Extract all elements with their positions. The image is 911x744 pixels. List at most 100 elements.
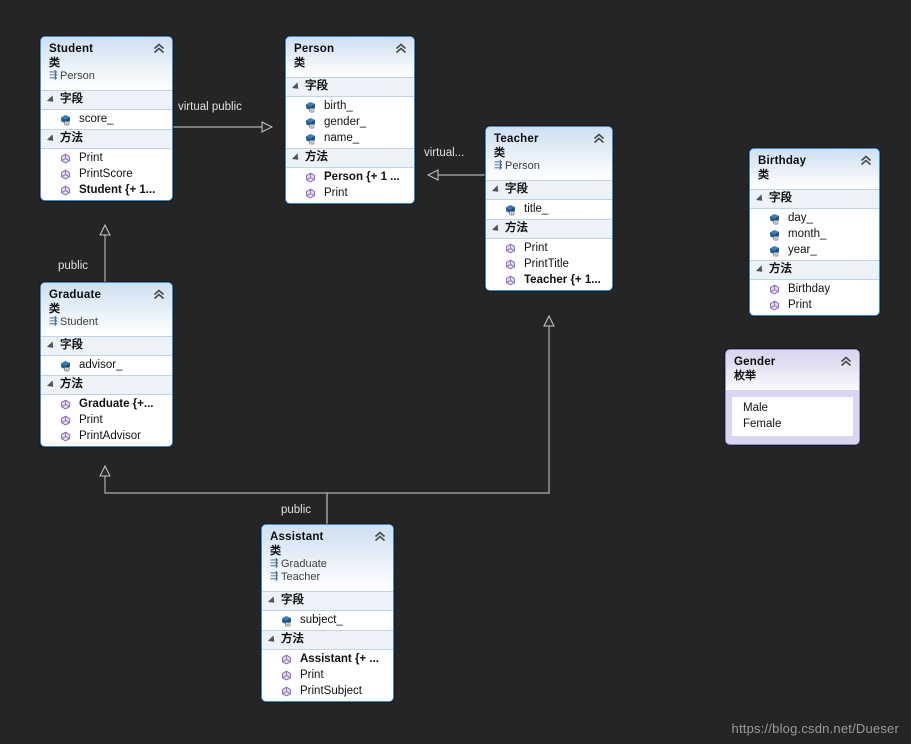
section-header-method[interactable]: 方法 <box>750 260 879 280</box>
class-node-student[interactable]: Student类⇶Person字段score_方法PrintPrintScore… <box>40 36 173 201</box>
member-row[interactable]: Student {+ 1... <box>41 182 172 198</box>
member-label: Teacher {+ 1... <box>524 272 601 288</box>
section-expander-triangle-icon[interactable] <box>292 153 301 162</box>
section-expander-triangle-icon[interactable] <box>268 596 277 605</box>
node-kind: 类 <box>758 168 871 182</box>
member-row[interactable]: Print <box>486 240 612 256</box>
section-header-method[interactable]: 方法 <box>41 375 172 395</box>
member-row[interactable]: name_ <box>286 130 414 146</box>
section-header-method[interactable]: 方法 <box>486 219 612 239</box>
member-row[interactable]: Teacher {+ 1... <box>486 272 612 288</box>
member-row[interactable]: Graduate {+... <box>41 396 172 412</box>
member-row[interactable]: PrintTitle <box>486 256 612 272</box>
connector-assistant-teacher <box>327 316 549 524</box>
member-row[interactable]: birth_ <box>286 98 414 114</box>
member-row[interactable]: Print <box>750 297 879 313</box>
member-row[interactable]: year_ <box>750 242 879 258</box>
section-header-field[interactable]: 字段 <box>41 90 172 110</box>
collapse-chevron-icon[interactable] <box>839 355 853 369</box>
watermark-url: https://blog.csdn.net/Dueser <box>732 721 899 736</box>
member-row[interactable]: advisor_ <box>41 357 172 373</box>
member-row[interactable]: Print <box>286 185 414 201</box>
collapse-chevron-icon[interactable] <box>592 132 606 146</box>
field-cube-lock-icon <box>280 614 293 627</box>
class-node-birthday[interactable]: Birthday 类字段day_month_year_ 方法BirthdayPrin… <box>749 148 880 316</box>
member-row[interactable]: month_ <box>750 226 879 242</box>
section-header-field[interactable]: 字段 <box>486 180 612 200</box>
collapse-chevron-icon[interactable] <box>373 530 387 544</box>
section-expander-triangle-icon[interactable] <box>268 635 277 644</box>
section-expander-triangle-icon[interactable] <box>47 341 56 350</box>
member-row[interactable]: PrintSubject <box>262 683 393 699</box>
member-row[interactable]: title_ <box>486 201 612 217</box>
member-list-method: BirthdayPrint <box>750 280 879 315</box>
inheritance-arrow-icon: ⇶ <box>494 159 505 172</box>
class-node-teacher[interactable]: Teacher类⇶Person字段title_方法PrintPrintTitle… <box>485 126 613 291</box>
enum-node-gender[interactable]: Gender枚举MaleFemale <box>725 349 860 445</box>
member-row[interactable]: day_ <box>750 210 879 226</box>
section-expander-triangle-icon[interactable] <box>292 82 301 91</box>
collapse-chevron-icon[interactable] <box>152 288 166 302</box>
connector-label-graduate-student: public <box>58 260 88 272</box>
field-cube-lock-icon <box>768 244 781 257</box>
section-header-field[interactable]: 字段 <box>750 189 879 209</box>
method-cube-icon <box>59 152 72 165</box>
member-list-field: subject_ <box>262 611 393 630</box>
member-row[interactable]: Person {+ 1 ... <box>286 169 414 185</box>
member-row[interactable]: score_ <box>41 111 172 127</box>
node-title: Person <box>294 43 406 56</box>
section-header-field[interactable]: 字段 <box>262 591 393 611</box>
section-expander-triangle-icon[interactable] <box>47 380 56 389</box>
section-expander-triangle-icon[interactable] <box>47 95 56 104</box>
member-row[interactable]: gender_ <box>286 114 414 130</box>
enum-value[interactable]: Female <box>733 416 852 432</box>
member-row[interactable]: PrintAdvisor <box>41 428 172 444</box>
connector-label-assistant-bases: public <box>281 504 311 516</box>
field-cube-lock-icon <box>768 228 781 241</box>
section-header-field[interactable]: 字段 <box>41 336 172 356</box>
method-cube-icon <box>59 398 72 411</box>
member-row[interactable]: Birthday <box>750 281 879 297</box>
section-expander-triangle-icon[interactable] <box>492 224 501 233</box>
class-node-assistant[interactable]: Assistant类⇶Graduate⇶Teacher 字段 subject_ 方法 A… <box>261 524 394 702</box>
section-header-method[interactable]: 方法 <box>286 148 414 168</box>
member-label: Print <box>324 185 348 201</box>
member-row[interactable]: Assistant {+ ... <box>262 651 393 667</box>
section-label: 方法 <box>60 378 83 391</box>
section-expander-triangle-icon[interactable] <box>492 185 501 194</box>
member-label: Person {+ 1 ... <box>324 169 400 185</box>
section-expander-triangle-icon[interactable] <box>756 194 765 203</box>
field-cube-lock-icon <box>59 359 72 372</box>
collapse-chevron-icon[interactable] <box>152 42 166 56</box>
node-title: Graduate <box>49 289 164 302</box>
collapse-chevron-icon[interactable] <box>859 154 873 168</box>
member-row[interactable]: PrintScore <box>41 166 172 182</box>
class-node-person[interactable]: Person类字段birth_gender_name_方法Person {+ 1… <box>285 36 415 204</box>
member-label: PrintSubject <box>300 683 362 699</box>
member-row[interactable]: Print <box>41 412 172 428</box>
member-row[interactable]: Print <box>262 667 393 683</box>
section-label: 字段 <box>281 594 304 607</box>
collapse-chevron-icon[interactable] <box>394 42 408 56</box>
member-row[interactable]: Print <box>41 150 172 166</box>
field-cube-lock-icon <box>304 132 317 145</box>
section-label: 方法 <box>505 222 528 235</box>
section-header-field[interactable]: 字段 <box>286 77 414 97</box>
member-row[interactable]: subject_ <box>262 612 393 628</box>
section-label: 方法 <box>281 633 304 646</box>
section-header-method[interactable]: 方法 <box>41 129 172 149</box>
section-header-method[interactable]: 方法 <box>262 630 393 650</box>
enum-value[interactable]: Male <box>733 400 852 416</box>
class-node-graduate[interactable]: Graduate类⇶Student字段advisor_方法Graduate {+… <box>40 282 173 447</box>
method-cube-icon <box>768 299 781 312</box>
field-cube-lock-icon <box>768 212 781 225</box>
section-expander-triangle-icon[interactable] <box>756 265 765 274</box>
node-title: Teacher <box>494 133 604 146</box>
member-list-field: title_ <box>486 200 612 219</box>
member-label: title_ <box>524 201 548 217</box>
member-label: score_ <box>79 111 114 127</box>
node-header: Assistant类⇶Graduate⇶Teacher <box>262 525 393 591</box>
member-label: month_ <box>788 226 826 242</box>
section-expander-triangle-icon[interactable] <box>47 134 56 143</box>
class-diagram-canvas: virtual public virtual... public public … <box>0 0 911 744</box>
